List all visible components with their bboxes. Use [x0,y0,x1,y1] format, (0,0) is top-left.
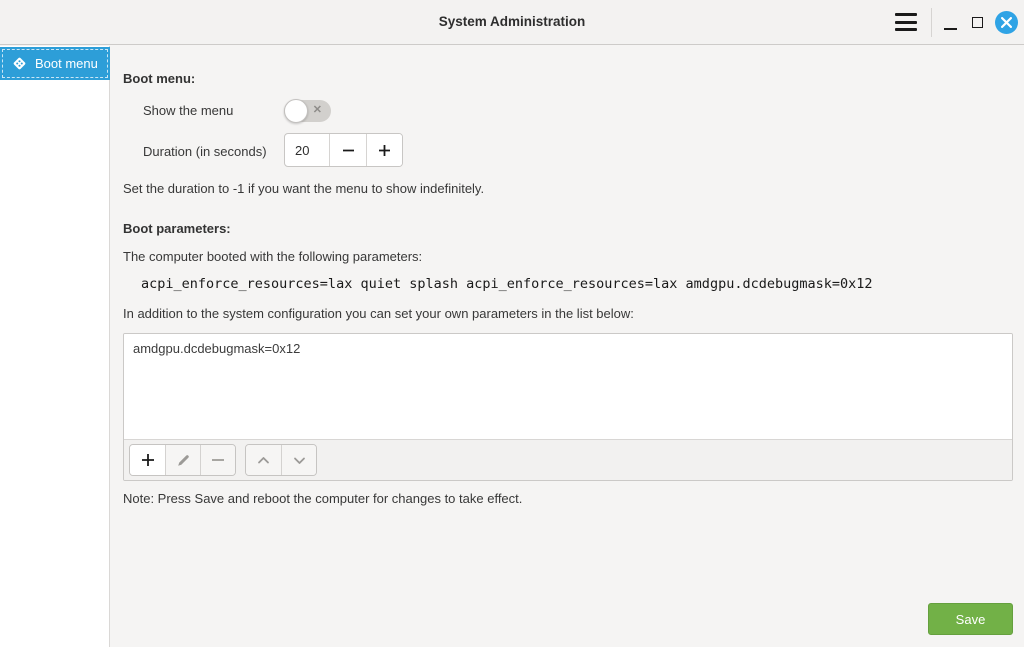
move-down-button[interactable] [281,445,316,475]
duration-input[interactable]: 20 [285,134,329,166]
boot-parameters-heading: Boot parameters: [123,221,231,236]
sidebar: Boot menu [0,46,110,647]
remove-parameter-button[interactable] [200,445,235,475]
edit-pencil-icon [176,453,191,468]
duration-spinbox: 20 [284,133,403,167]
minus-icon [341,143,356,158]
toggle-off-x-icon: ✕ [313,103,322,116]
show-menu-toggle[interactable]: ✕ [284,100,331,122]
booted-with-label: The computer booted with the following p… [123,249,422,264]
booted-parameters-value: acpi_enforce_resources=lax quiet splash … [141,276,873,292]
custom-params-list[interactable]: amdgpu.dcdebugmask=0x12 [124,334,1012,439]
custom-params-label: In addition to the system configuration … [123,306,634,321]
titlebar-separator [931,8,932,37]
boot-diamond-icon [11,55,28,72]
save-button[interactable]: Save [928,603,1013,635]
system-administration-window: System Administration Boot menu Boo [0,0,1024,647]
minimize-icon [944,28,957,30]
menu-hamburger-icon[interactable] [895,13,919,32]
close-icon [1001,17,1012,28]
edit-parameter-button[interactable] [165,445,200,475]
save-note: Note: Press Save and reboot the computer… [123,491,522,506]
move-down-icon [292,453,307,468]
duration-label: Duration (in seconds) [143,144,267,159]
maximize-icon [972,17,983,28]
add-icon [140,452,156,468]
main-content: Boot menu: Show the menu ✕ Duration (in … [111,45,1024,647]
sidebar-item-label: Boot menu [35,56,98,71]
plus-icon [377,143,392,158]
add-parameter-button[interactable] [130,445,165,475]
duration-increment-button[interactable] [366,134,402,166]
toggle-knob [284,99,308,123]
duration-decrement-button[interactable] [329,134,365,166]
list-toolbar [124,439,1012,480]
duration-hint: Set the duration to -1 if you want the m… [123,181,484,196]
maximize-button[interactable] [969,10,987,34]
show-menu-label: Show the menu [143,103,233,118]
titlebar: System Administration [0,0,1024,45]
custom-params-listbox: amdgpu.dcdebugmask=0x12 [123,333,1013,481]
minimize-button[interactable] [942,10,960,34]
move-up-button[interactable] [246,445,281,475]
edit-button-group [129,444,236,476]
move-up-icon [256,453,271,468]
window-title: System Administration [0,14,1024,29]
close-button[interactable] [995,11,1018,34]
remove-icon [210,452,226,468]
sidebar-item-boot-menu[interactable]: Boot menu [0,47,110,80]
move-button-group [245,444,317,476]
boot-menu-heading: Boot menu: [123,71,195,86]
list-item[interactable]: amdgpu.dcdebugmask=0x12 [124,334,1012,356]
